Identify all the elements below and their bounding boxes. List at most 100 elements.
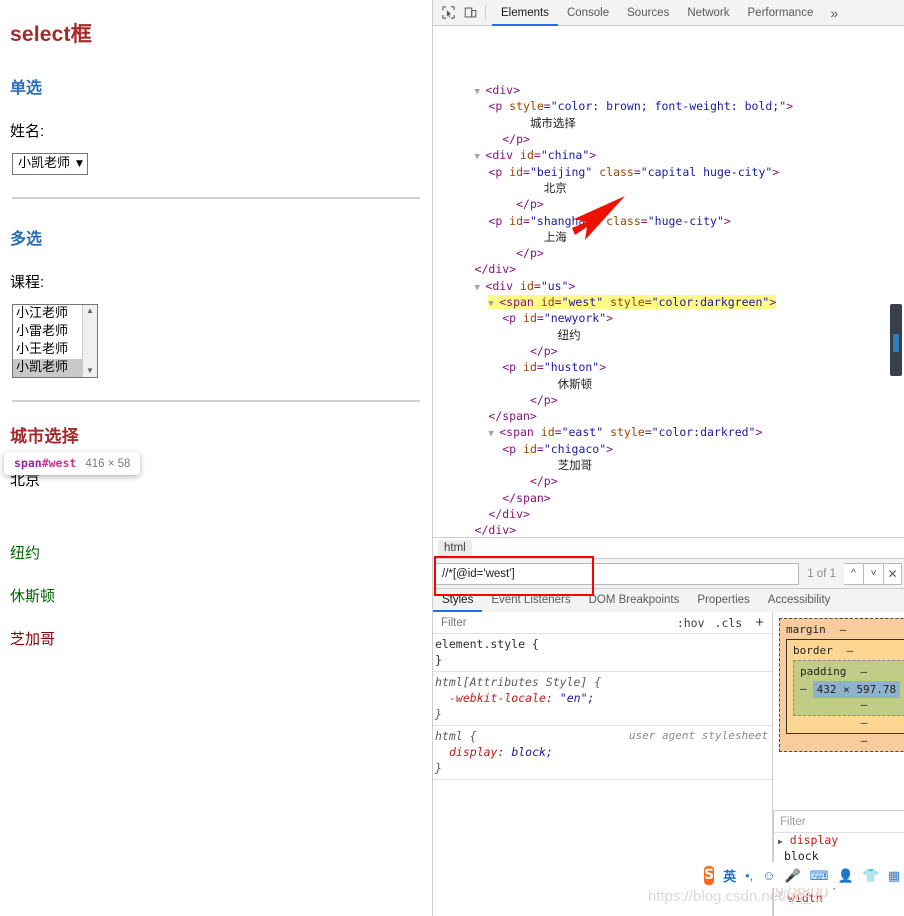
- css-value[interactable]: "en";: [560, 691, 595, 705]
- dom-node-line[interactable]: <p id="huston">: [433, 359, 904, 375]
- microphone-icon[interactable]: 🎤: [785, 869, 801, 882]
- tab-performance[interactable]: Performance: [739, 1, 823, 26]
- expand-triangle-icon[interactable]: ▼: [488, 299, 499, 309]
- search-input[interactable]: [435, 562, 800, 585]
- chevron-down-icon[interactable]: ˅: [864, 562, 884, 585]
- tab-network[interactable]: Network: [678, 1, 738, 26]
- dom-node-line[interactable]: </div>: [433, 506, 904, 522]
- dom-node-line[interactable]: ▼ <span id="west" style="color:darkgreen…: [433, 294, 904, 310]
- dom-node-line[interactable]: 上海: [433, 229, 904, 245]
- dom-node-line[interactable]: </span>: [433, 490, 904, 506]
- css-value[interactable]: block;: [511, 745, 553, 759]
- box-model-margin[interactable]: margin – border – padding – – 432 × 597.…: [779, 618, 904, 752]
- dom-node-line[interactable]: ▼ <div id="us">: [433, 278, 904, 294]
- computed-row[interactable]: ▶ display: [774, 833, 904, 849]
- expand-triangle-icon[interactable]: ▼: [475, 283, 486, 293]
- css-rule-element-style[interactable]: element.style { }: [433, 634, 772, 672]
- expand-triangle-icon[interactable]: ▼: [475, 152, 486, 162]
- list-item[interactable]: 小江老师: [13, 305, 82, 323]
- dom-attr-name: id: [520, 278, 534, 293]
- dom-node-line[interactable]: <p id="newyork">: [433, 310, 904, 326]
- chevron-up-icon[interactable]: ^: [844, 562, 864, 585]
- tab-sources[interactable]: Sources: [618, 1, 678, 26]
- tab-styles[interactable]: Styles: [433, 589, 483, 612]
- border-top-value[interactable]: –: [847, 644, 854, 657]
- box-model-content-size[interactable]: 432 × 597.78: [812, 681, 901, 698]
- dom-node-line[interactable]: <p id="chigaco">: [433, 441, 904, 457]
- scroll-up-icon[interactable]: ▲: [86, 307, 94, 315]
- dom-node-line[interactable]: 芝加哥: [433, 457, 904, 473]
- multi-select-listbox[interactable]: 小江老师 小雷老师 小王老师 小凯老师 ▲ ▼: [12, 304, 98, 378]
- scroll-down-icon[interactable]: ▼: [86, 367, 94, 375]
- close-icon[interactable]: ✕: [884, 562, 902, 585]
- dom-node-line[interactable]: </p>: [433, 196, 904, 212]
- margin-top-value[interactable]: –: [840, 623, 847, 636]
- dom-node-line[interactable]: </p>: [433, 343, 904, 359]
- dom-node-line[interactable]: 纽约: [433, 327, 904, 343]
- dom-tree[interactable]: ▼ <div> <p style="color: brown; font-wei…: [433, 26, 904, 537]
- box-model-padding[interactable]: padding – – 432 × 597.78 –: [793, 660, 904, 716]
- add-rule-button[interactable]: +: [747, 615, 768, 630]
- computed-filter-row[interactable]: Filter: [774, 811, 904, 833]
- padding-left-value[interactable]: –: [800, 682, 807, 695]
- contact-icon[interactable]: 👤: [838, 869, 854, 882]
- list-item[interactable]: 小王老师: [13, 341, 82, 359]
- css-rule-attributes-style[interactable]: html[Attributes Style] { -webkit-locale:…: [433, 672, 772, 726]
- dom-node-line[interactable]: 北京: [433, 180, 904, 196]
- border-bottom-value[interactable]: –: [793, 716, 904, 729]
- tab-elements[interactable]: Elements: [492, 1, 558, 26]
- box-model-border[interactable]: border – padding – – 432 × 597.78 – –: [786, 639, 904, 734]
- cls-toggle-button[interactable]: .cls: [710, 616, 748, 630]
- tab-properties[interactable]: Properties: [688, 589, 758, 612]
- margin-bottom-value[interactable]: –: [786, 734, 904, 747]
- dom-node-line[interactable]: </p>: [433, 473, 904, 489]
- dom-node-line[interactable]: </p>: [433, 392, 904, 408]
- more-tabs-icon[interactable]: »: [822, 1, 846, 26]
- dom-node-line[interactable]: <p id="beijing" class="capital huge-city…: [433, 164, 904, 180]
- dom-node-line[interactable]: 休斯顿: [433, 376, 904, 392]
- sogou-logo-icon[interactable]: S: [704, 865, 715, 885]
- label-course: 课程:: [10, 274, 45, 291]
- single-select-dropdown[interactable]: 小凯老师 ▼: [12, 153, 88, 175]
- padding-top-value[interactable]: –: [860, 665, 867, 678]
- keyboard-icon[interactable]: ⌨: [810, 869, 829, 882]
- css-property[interactable]: display:: [435, 745, 504, 759]
- dom-node-line[interactable]: 城市选择: [433, 115, 904, 131]
- dom-node-line[interactable]: </p>: [433, 245, 904, 261]
- ime-mode-label[interactable]: 英: [723, 866, 736, 885]
- padding-bottom-value[interactable]: –: [800, 698, 904, 711]
- apps-grid-icon[interactable]: ▦: [888, 869, 900, 882]
- dom-node-line[interactable]: ▼ <span id="east" style="color:darkred">: [433, 424, 904, 440]
- dom-node-line[interactable]: <p id="shanghai" class="huge-city">: [433, 213, 904, 229]
- expand-triangle-icon[interactable]: ▼: [488, 429, 499, 439]
- tab-dom-breakpoints[interactable]: DOM Breakpoints: [580, 589, 689, 612]
- hov-toggle-button[interactable]: :hov: [672, 616, 710, 630]
- dom-attr-name: id: [523, 311, 537, 326]
- dom-node-line[interactable]: </p>: [433, 131, 904, 147]
- tab-event-listeners[interactable]: Event Listeners: [482, 589, 579, 612]
- dom-node-line[interactable]: </div>: [433, 261, 904, 277]
- dom-node-line[interactable]: </div>: [433, 522, 904, 537]
- dom-node-line[interactable]: ▼ <div>: [433, 82, 904, 98]
- list-item-selected[interactable]: 小凯老师: [13, 359, 82, 377]
- skin-icon[interactable]: 👕: [863, 869, 879, 882]
- expand-triangle-icon[interactable]: ▶: [778, 837, 783, 846]
- css-rule-html-ua[interactable]: html { user agent stylesheet display: bl…: [433, 726, 772, 780]
- tab-console[interactable]: Console: [558, 1, 618, 26]
- styles-filter-input[interactable]: [437, 615, 672, 630]
- device-toolbar-icon[interactable]: [459, 3, 481, 23]
- expand-triangle-icon[interactable]: ▼: [475, 87, 486, 97]
- inspect-cursor-icon[interactable]: [437, 3, 459, 23]
- dom-tree-scrollbar[interactable]: [890, 304, 902, 376]
- dom-node-line[interactable]: ▼ <div id="china">: [433, 147, 904, 163]
- dom-tag: >: [568, 278, 576, 293]
- dom-node-line[interactable]: <p style="color: brown; font-weight: bol…: [433, 98, 904, 114]
- css-property[interactable]: -webkit-locale:: [435, 691, 553, 705]
- list-item[interactable]: 小雷老师: [13, 323, 82, 341]
- emoji-icon[interactable]: ☺: [762, 869, 775, 882]
- dom-node-line[interactable]: </span>: [433, 408, 904, 424]
- breadcrumb-item-html[interactable]: html: [438, 540, 472, 556]
- listbox-scrollbar[interactable]: ▲ ▼: [82, 305, 97, 377]
- punctuation-icon[interactable]: •,: [745, 869, 753, 882]
- tab-accessibility[interactable]: Accessibility: [759, 589, 840, 612]
